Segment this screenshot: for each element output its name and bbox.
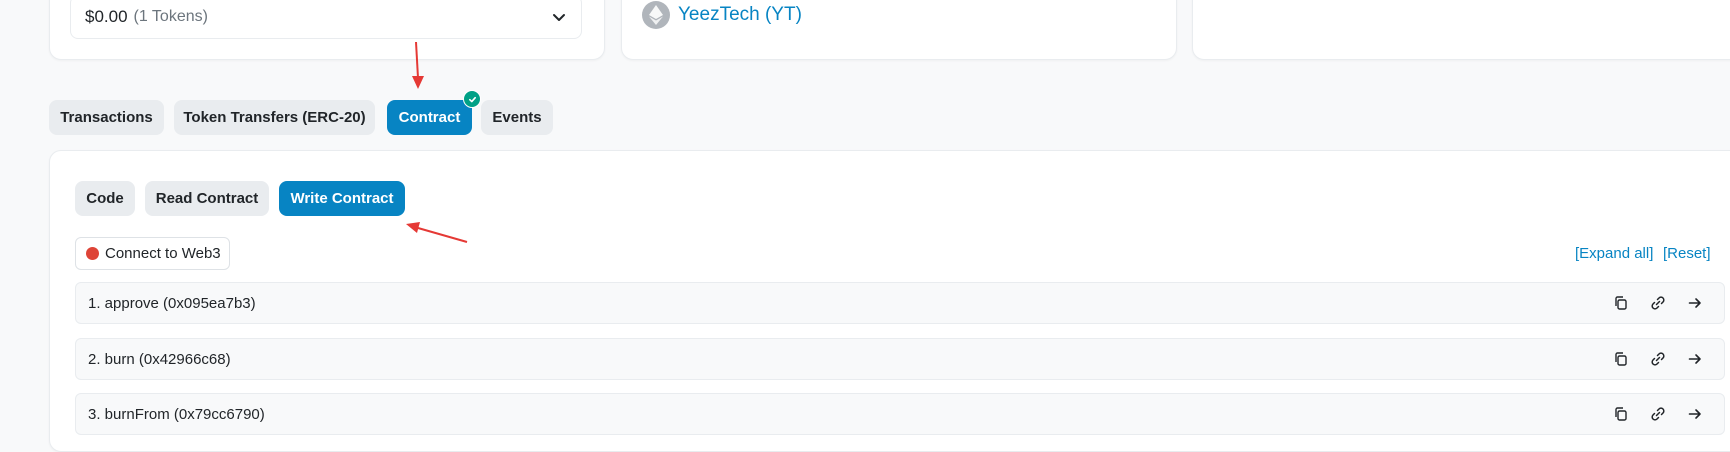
copy-icon[interactable]	[1613, 351, 1629, 367]
function-row-approve[interactable]: 1. approve (0x095ea7b3)	[75, 282, 1725, 324]
link-icon[interactable]	[1650, 351, 1666, 367]
arrow-right-icon[interactable]	[1687, 351, 1703, 367]
arrow-right-icon[interactable]	[1687, 406, 1703, 422]
token-tracker-card: YeezTech (YT)	[621, 0, 1177, 60]
chevron-down-icon	[553, 14, 565, 21]
subtab-write-contract[interactable]: Write Contract	[279, 181, 405, 216]
tab-transactions[interactable]: Transactions	[49, 100, 164, 135]
token-name: YeezTech (YT)	[678, 4, 802, 25]
function-row-burnfrom[interactable]: 3. burnFrom (0x79cc6790)	[75, 393, 1725, 435]
function-row-burn[interactable]: 2. burn (0x42966c68)	[75, 338, 1725, 380]
link-icon[interactable]	[1650, 295, 1666, 311]
disconnected-status-icon	[86, 247, 99, 260]
copy-icon[interactable]	[1613, 295, 1629, 311]
token-holdings-dropdown[interactable]: $0.00 (1 Tokens)	[70, 0, 582, 39]
function-label: 1. approve (0x095ea7b3)	[88, 294, 256, 312]
expand-all-link[interactable]: [Expand all]	[1575, 245, 1653, 262]
function-label: 3. burnFrom (0x79cc6790)	[88, 405, 265, 423]
copy-icon[interactable]	[1613, 406, 1629, 422]
tab-contract[interactable]: Contract	[387, 100, 472, 135]
reset-link[interactable]: [Reset]	[1663, 245, 1711, 262]
info-card	[1192, 0, 1730, 60]
verified-check-icon	[463, 90, 481, 108]
tab-events[interactable]: Events	[481, 100, 553, 135]
subtab-code[interactable]: Code	[75, 181, 135, 216]
holdings-token-count: (1 Tokens)	[133, 8, 208, 25]
link-icon[interactable]	[1650, 406, 1666, 422]
token-link[interactable]: YeezTech (YT)	[642, 1, 802, 29]
subtab-read-contract[interactable]: Read Contract	[145, 181, 269, 216]
connect-web3-button[interactable]: Connect to Web3	[75, 237, 230, 270]
function-label: 2. burn (0x42966c68)	[88, 350, 231, 368]
connect-web3-label: Connect to Web3	[105, 245, 221, 262]
holdings-amount: $0.00	[85, 7, 128, 26]
ethereum-icon	[642, 1, 670, 29]
tab-token-transfers[interactable]: Token Transfers (ERC-20)	[174, 100, 375, 135]
holdings-card: $0.00 (1 Tokens)	[49, 0, 605, 60]
arrow-right-icon[interactable]	[1687, 295, 1703, 311]
